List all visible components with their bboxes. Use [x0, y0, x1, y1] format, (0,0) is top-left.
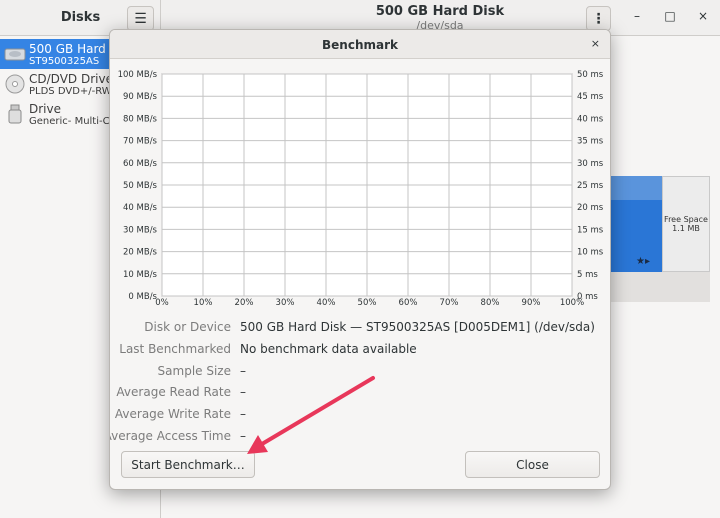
- free-space-partition[interactable]: Free Space 1.1 MB: [662, 176, 710, 272]
- benchmark-dialog: Benchmark × 0% 10% 20% 30% 40% 50% 60% 70% 80% 90…: [109, 29, 611, 490]
- chart-y-left-tick-label: 80 MB/s: [123, 114, 158, 124]
- chart-y-left-tick-label: 60 MB/s: [123, 159, 158, 169]
- chart-x-tick-label: 0%: [155, 298, 169, 308]
- chart-y-right-tick-label: 10 ms: [577, 248, 604, 258]
- last-benchmarked-label: Last Benchmarked: [119, 342, 231, 356]
- chart-y-right-tick-label: 15 ms: [577, 225, 604, 235]
- sidebar-item-model: Generic- Multi-Car: [29, 116, 120, 127]
- kebab-menu-button[interactable]: ⋮: [586, 6, 611, 31]
- chart-x-tick-label: 50%: [358, 298, 377, 308]
- chart-x-tick-label: 90%: [522, 298, 541, 308]
- chart-y-left-tick-label: 50 MB/s: [123, 181, 158, 191]
- chart-x-tick-label: 20%: [235, 298, 254, 308]
- chart-y-left-tick-label: 40 MB/s: [123, 203, 158, 213]
- sidebar-item-model: ST9500325AS: [29, 56, 100, 67]
- volume-map: ★▸ Free Space 1.1 MB: [610, 176, 710, 272]
- average-write-rate-label: Average Write Rate: [114, 407, 231, 421]
- chart-x-tick-label: 60%: [399, 298, 418, 308]
- chart-y-left-tick-label: 0 MB/s: [128, 292, 157, 302]
- average-access-time-label: Average Access Time: [109, 429, 231, 443]
- chart-x-tick-label: 70%: [440, 298, 459, 308]
- chart-y-left-tick-label: 100 MB/s: [118, 70, 158, 80]
- chart-y-left-tick-label: 20 MB/s: [123, 248, 158, 258]
- usb-drive-icon: [8, 104, 22, 124]
- average-read-rate-value: –: [240, 385, 246, 399]
- chart-y-left-tick-label: 10 MB/s: [123, 270, 158, 280]
- chart-y-right-tick-label: 25 ms: [577, 181, 604, 191]
- volume-map-lower: [610, 272, 710, 302]
- chart-y-left-tick-label: 30 MB/s: [123, 225, 158, 235]
- sample-size-label: Sample Size: [157, 364, 231, 378]
- chart-y-right-tick-label: 50 ms: [577, 70, 604, 80]
- chart-y-left-tick-label: 90 MB/s: [123, 92, 158, 102]
- chart-y-right-tick-label: 35 ms: [577, 137, 604, 147]
- chart-x-tick-label: 40%: [317, 298, 336, 308]
- chart-y-left-tick-label: 70 MB/s: [123, 137, 158, 147]
- window-title: 500 GB Hard Disk: [375, 4, 505, 19]
- chart-x-tick-label: 30%: [276, 298, 295, 308]
- chart-y-right-tick-label: 20 ms: [577, 203, 604, 213]
- dialog-header: Benchmark ×: [110, 30, 610, 59]
- hard-disk-icon: [4, 48, 26, 61]
- sidebar-item-name: Drive: [29, 102, 61, 116]
- volume-partition[interactable]: ★▸: [610, 176, 662, 272]
- kebab-menu-icon: ⋮: [591, 10, 606, 27]
- hamburger-menu-icon: ☰: [134, 10, 147, 27]
- chart-y-right-tick-label: 5 ms: [577, 270, 598, 280]
- average-access-time-value: –: [240, 429, 246, 443]
- sidebar-item-name: CD/DVD Drive: [29, 72, 113, 86]
- chart-x-tick-label: 80%: [481, 298, 500, 308]
- close-button[interactable]: Close: [465, 451, 600, 478]
- benchmark-chart: 0% 10% 20% 30% 40% 50% 60% 70% 80% 90% 100%0 MB/s 0…: [118, 70, 604, 308]
- sample-size-value: –: [240, 364, 246, 378]
- optical-disc-icon: [5, 74, 25, 94]
- free-space-label: Free Space: [664, 215, 708, 224]
- chart-y-right-tick-label: 30 ms: [577, 159, 604, 169]
- chart-y-right-tick-label: 0 ms: [577, 292, 598, 302]
- average-read-rate-label: Average Read Rate: [116, 385, 231, 399]
- maximize-button[interactable]: □: [661, 9, 679, 27]
- dialog-close-icon[interactable]: ×: [591, 37, 600, 50]
- minimize-button[interactable]: –: [628, 9, 646, 27]
- chart-y-right-tick-label: 40 ms: [577, 114, 604, 124]
- average-write-rate-value: –: [240, 407, 246, 421]
- window-close-button[interactable]: ×: [694, 9, 712, 27]
- chart-x-tick-label: 10%: [194, 298, 213, 308]
- disk-or-device-value: 500 GB Hard Disk — ST9500325AS [D005DEM1…: [240, 320, 595, 334]
- free-space-size: 1.1 MB: [672, 224, 700, 233]
- hamburger-menu-button[interactable]: ☰: [127, 6, 154, 31]
- star-icon: ★▸: [636, 256, 650, 267]
- volume-partition-header: [610, 176, 662, 200]
- disk-or-device-label: Disk or Device: [144, 320, 231, 334]
- last-benchmarked-value: No benchmark data available: [240, 342, 417, 356]
- start-benchmark-button[interactable]: Start Benchmark…: [121, 451, 255, 478]
- dialog-title: Benchmark: [322, 38, 398, 52]
- chart-y-right-tick-label: 45 ms: [577, 92, 604, 102]
